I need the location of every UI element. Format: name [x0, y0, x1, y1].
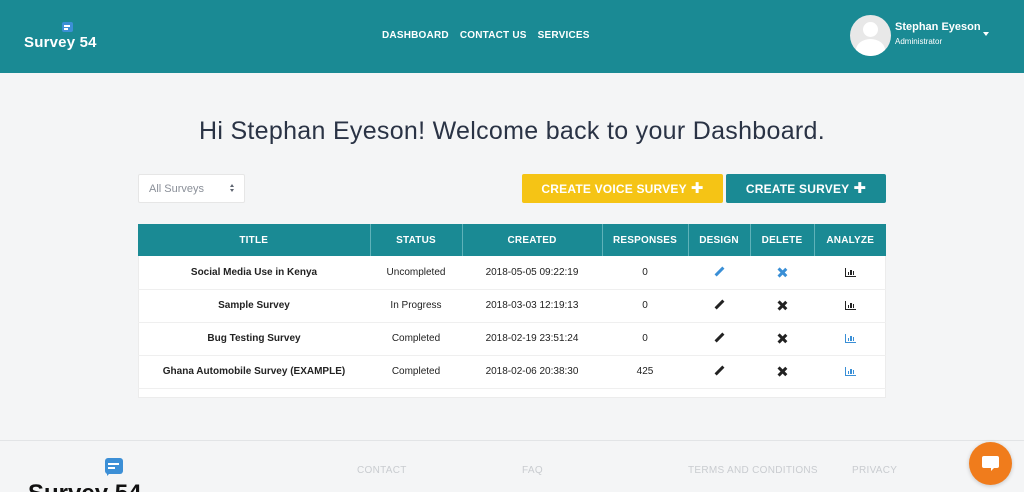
- survey-created: 2018-02-19 23:51:24: [462, 322, 602, 356]
- bar-chart-icon[interactable]: [844, 366, 856, 376]
- footer-logo-text: Survey 54: [28, 480, 141, 492]
- table-row: Ghana Automobile Survey (EXAMPLE) Comple…: [138, 355, 886, 389]
- survey-title[interactable]: Ghana Automobile Survey (EXAMPLE): [138, 355, 370, 389]
- bar-chart-icon[interactable]: [844, 300, 856, 310]
- main-nav: DASHBOARD CONTACT US SERVICES: [382, 30, 590, 41]
- survey-responses: 0: [602, 256, 688, 290]
- column-header-created[interactable]: CREATED: [462, 224, 603, 256]
- surveys-table: TITLE STATUS CREATED RESPONSES DESIGN DE…: [138, 224, 886, 389]
- column-header-delete: DELETE: [750, 224, 815, 256]
- footer-link-privacy[interactable]: PRIVACY: [852, 465, 897, 476]
- survey-created: 2018-03-03 12:19:13: [462, 289, 602, 323]
- table-header-row: TITLE STATUS CREATED RESPONSES DESIGN DE…: [138, 224, 886, 256]
- bar-chart-icon[interactable]: [844, 267, 856, 277]
- pencil-icon[interactable]: [714, 267, 724, 277]
- plus-icon: ✚: [853, 180, 867, 197]
- logo-text: Survey 54: [24, 34, 97, 51]
- pencil-icon[interactable]: [714, 366, 724, 376]
- select-arrows-icon: [229, 184, 237, 194]
- caret-down-icon[interactable]: [983, 32, 989, 36]
- create-voice-survey-label: CREATE VOICE SURVEY: [541, 181, 687, 196]
- survey-status: In Progress: [370, 289, 462, 323]
- footer-divider: [0, 440, 1024, 441]
- survey-status: Completed: [370, 322, 462, 356]
- close-x-icon[interactable]: [778, 268, 787, 277]
- survey-status: Completed: [370, 355, 462, 389]
- column-header-title[interactable]: TITLE: [138, 224, 371, 256]
- close-x-icon[interactable]: [778, 301, 787, 310]
- column-header-analyze: ANALYZE: [814, 224, 886, 256]
- create-voice-survey-button[interactable]: CREATE VOICE SURVEY ✚: [522, 174, 723, 203]
- plus-icon: ✚: [690, 180, 704, 197]
- column-header-status[interactable]: STATUS: [370, 224, 463, 256]
- create-survey-label: CREATE SURVEY: [745, 181, 850, 196]
- pencil-icon[interactable]: [714, 333, 724, 343]
- footer-link-terms[interactable]: TERMS AND CONDITIONS: [688, 465, 818, 476]
- message-logo-icon: [62, 22, 73, 32]
- survey-responses: 425: [602, 355, 688, 389]
- user-avatar-icon[interactable]: [850, 15, 891, 56]
- bar-chart-icon[interactable]: [844, 333, 856, 343]
- page-title: Hi Stephan Eyeson! Welcome back to your …: [199, 117, 825, 145]
- pencil-icon[interactable]: [714, 300, 724, 310]
- survey-responses: 0: [602, 322, 688, 356]
- user-role: Administrator: [895, 37, 943, 46]
- close-x-icon[interactable]: [778, 334, 787, 343]
- user-name[interactable]: Stephan Eyeson: [895, 21, 981, 33]
- survey-created: 2018-05-05 09:22:19: [462, 256, 602, 290]
- top-navbar: Survey 54 DASHBOARD CONTACT US SERVICES …: [0, 0, 1024, 73]
- create-survey-button[interactable]: CREATE SURVEY ✚: [726, 174, 886, 203]
- surveys-table-container: TITLE STATUS CREATED RESPONSES DESIGN DE…: [138, 224, 886, 398]
- chat-button[interactable]: [969, 442, 1012, 485]
- survey-created: 2018-02-06 20:38:30: [462, 355, 602, 389]
- table-row: Sample Survey In Progress 2018-03-03 12:…: [138, 289, 886, 323]
- survey-title[interactable]: Bug Testing Survey: [138, 322, 370, 356]
- survey-responses: 0: [602, 289, 688, 323]
- footer-link-faq[interactable]: FAQ: [522, 465, 543, 476]
- survey-title[interactable]: Social Media Use in Kenya: [138, 256, 370, 290]
- column-header-design: DESIGN: [688, 224, 751, 256]
- nav-dashboard[interactable]: DASHBOARD: [382, 30, 449, 41]
- close-x-icon[interactable]: [778, 367, 787, 376]
- table-row: Bug Testing Survey Completed 2018-02-19 …: [138, 322, 886, 356]
- survey-status: Uncompleted: [370, 256, 462, 290]
- survey-filter-value: All Surveys: [149, 183, 205, 195]
- survey-title[interactable]: Sample Survey: [138, 289, 370, 323]
- column-header-responses[interactable]: RESPONSES: [602, 224, 689, 256]
- nav-services[interactable]: SERVICES: [538, 30, 590, 41]
- nav-contact-us[interactable]: CONTACT US: [460, 30, 527, 41]
- table-row: Social Media Use in Kenya Uncompleted 20…: [138, 256, 886, 290]
- survey-filter-select[interactable]: All Surveys: [138, 174, 245, 203]
- footer-link-contact[interactable]: CONTACT: [357, 465, 407, 476]
